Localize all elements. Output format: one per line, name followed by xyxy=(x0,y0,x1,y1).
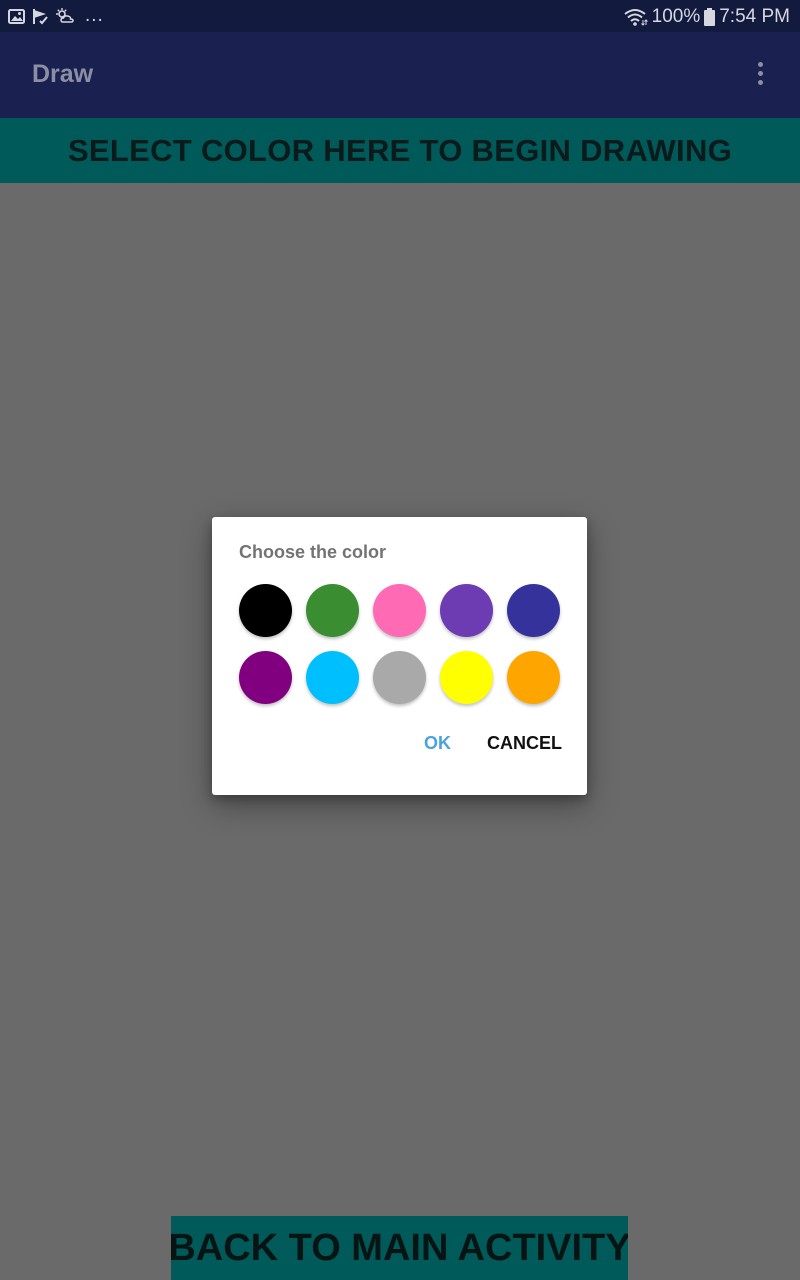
color-swatch-grid xyxy=(239,584,561,704)
select-color-button[interactable]: SELECT COLOR HERE TO BEGIN DRAWING xyxy=(0,118,800,183)
color-swatch-magenta-purple[interactable] xyxy=(239,651,292,704)
cancel-button[interactable]: CANCEL xyxy=(487,733,562,754)
color-swatch-sky-blue[interactable] xyxy=(306,651,359,704)
status-left-icons: ... xyxy=(8,5,104,27)
dialog-actions: OK CANCEL xyxy=(424,733,562,754)
status-right-icons: 100% 7:54 PM xyxy=(624,6,790,28)
overflow-menu-icon[interactable] xyxy=(750,62,770,90)
color-swatch-indigo[interactable] xyxy=(507,584,560,637)
color-swatch-gray[interactable] xyxy=(373,651,426,704)
color-swatch-black[interactable] xyxy=(239,584,292,637)
wifi-icon xyxy=(624,8,648,26)
status-bar: ... 100% 7:54 PM xyxy=(0,0,800,32)
image-icon xyxy=(8,8,25,24)
color-picker-dialog: Choose the color OK CANCEL xyxy=(212,517,587,795)
battery-percent: 100% xyxy=(651,6,701,27)
check-flag-icon xyxy=(32,8,49,25)
dialog-title: Choose the color xyxy=(239,542,387,562)
app-bar: Draw xyxy=(0,32,800,118)
color-swatch-pink[interactable] xyxy=(373,584,426,637)
color-swatch-purple[interactable] xyxy=(440,584,493,637)
battery-icon xyxy=(704,8,716,26)
weather-icon xyxy=(56,8,76,24)
clock: 7:54 PM xyxy=(719,6,790,27)
app-title: Draw xyxy=(32,60,94,88)
color-swatch-green[interactable] xyxy=(306,584,359,637)
ok-button[interactable]: OK xyxy=(424,733,451,754)
more-notifications-indicator: ... xyxy=(85,5,104,26)
color-swatch-yellow[interactable] xyxy=(440,651,493,704)
back-to-main-button[interactable]: BACK TO MAIN ACTIVITY xyxy=(171,1216,628,1280)
color-swatch-orange[interactable] xyxy=(507,651,560,704)
